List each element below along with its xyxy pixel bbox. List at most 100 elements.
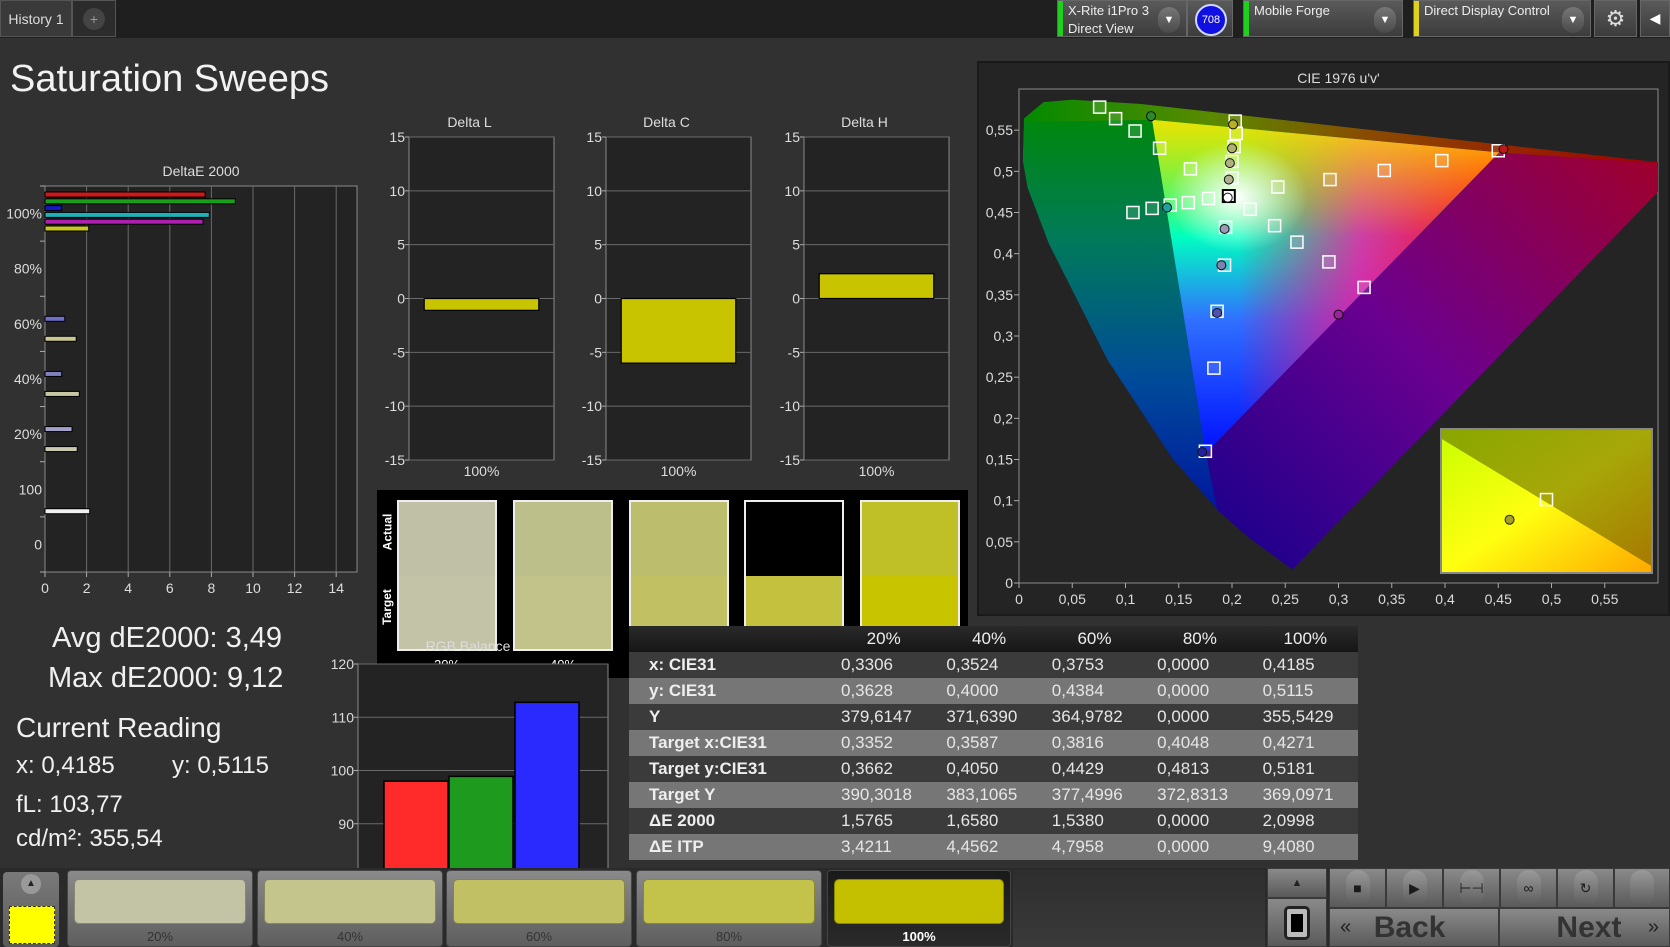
delta-bar — [818, 273, 935, 300]
meter-dropdown[interactable]: X-Rite i1Pro 3 Direct View ▼ — [1057, 0, 1187, 37]
double-chevron-left-icon: « — [1340, 916, 1352, 938]
display-control-dropdown[interactable]: Direct Display Control ▼ — [1413, 0, 1591, 37]
next-button[interactable]: Next » — [1499, 908, 1670, 947]
y-tick-label: -5 — [393, 344, 406, 360]
x-tick-label: 8 — [208, 580, 216, 596]
blue-balance-bar — [514, 701, 580, 878]
patch-label: 40% — [336, 929, 364, 944]
add-tab-button[interactable]: + — [72, 0, 116, 37]
delta-plot-area — [408, 136, 555, 461]
x-tick-label: 10 — [245, 580, 261, 596]
deltae-bar — [44, 426, 73, 433]
table-cell: 364,9782 — [1041, 704, 1148, 730]
x-tick-label: 14 — [328, 580, 344, 596]
y-tick-label: 100 — [331, 763, 355, 779]
empty-patch-area — [1013, 870, 1265, 947]
table-row: y: CIE31 0,3628 0,4000 0,4384 0,0000 0,5115 — [629, 678, 1358, 704]
table-cell: 0,3524 — [936, 652, 1042, 678]
tab-label: History 1 — [8, 10, 64, 27]
refresh-icon: ↻ — [1573, 870, 1598, 906]
actual-color — [862, 502, 958, 576]
delta-title: Delta H — [841, 114, 888, 130]
y-tick-label: -10 — [385, 398, 405, 414]
collapse-panel-button[interactable]: ◀ — [1640, 0, 1670, 37]
y-tick-label: 60% — [14, 316, 42, 332]
table-cell: 372,8313 — [1147, 782, 1253, 808]
patch-100%[interactable]: 100% — [827, 870, 1011, 947]
refresh-button[interactable]: ↻ — [1557, 868, 1614, 908]
y-tick-label: -15 — [780, 452, 800, 468]
table-cell: 0,3352 — [831, 730, 937, 756]
stop-measure-button[interactable] — [1267, 898, 1327, 947]
y-tick-label: 15 — [389, 129, 405, 145]
continuous-button[interactable]: ∞ — [1500, 868, 1557, 908]
measurement-table: 20% 40% 60% 80% 100% x: CIE31 0,3306 0,3524 0,3… — [629, 626, 1358, 860]
patch-60%[interactable]: 60% — [446, 870, 632, 947]
profile-status-indicator — [1244, 1, 1249, 36]
current-x: x: 0,4185 — [16, 752, 115, 779]
swatch-40% — [513, 500, 613, 651]
patch-color — [264, 879, 436, 924]
settings-button[interactable]: ⚙ — [1594, 0, 1637, 37]
row-label: ΔE 2000 — [629, 808, 831, 834]
y-tick-label: 10 — [784, 183, 800, 199]
y-tick-label: 5 — [397, 237, 405, 253]
chevron-down-icon: ▼ — [1374, 7, 1396, 33]
display-type-box[interactable]: 708 — [1187, 0, 1233, 37]
green-balance-bar — [448, 775, 514, 878]
patch-40%[interactable]: 40% — [257, 870, 443, 947]
play-button[interactable]: ▶ — [1386, 868, 1443, 908]
y-tick-label: 0 — [397, 291, 405, 307]
table-cell: 390,3018 — [831, 782, 937, 808]
profile-dropdown[interactable]: Mobile Forge ▼ — [1243, 0, 1403, 37]
stop-button[interactable]: ■ — [1329, 868, 1386, 908]
chevron-left-icon: ◀ — [1649, 10, 1661, 26]
current-reading-heading: Current Reading — [16, 712, 222, 743]
patch-label: 60% — [525, 929, 553, 944]
deltae-bar — [44, 225, 90, 232]
red-balance-bar — [383, 780, 449, 878]
table-cell: 0,3662 — [831, 756, 937, 782]
y-tick-label: 120 — [331, 656, 355, 672]
table-cell: 0,0000 — [1147, 678, 1253, 704]
bracket-h-icon: ⊢⊣ — [1459, 870, 1484, 906]
table-cell: 369,0971 — [1252, 782, 1358, 808]
current-fl: fL: 103,77 — [16, 791, 123, 818]
table-cell: 0,3628 — [831, 678, 937, 704]
hold-button[interactable]: ⊢⊣ — [1443, 868, 1500, 908]
table-cell: 9,4080 — [1252, 834, 1358, 860]
y-tick-label: -15 — [582, 452, 602, 468]
target-color — [515, 575, 611, 649]
deltae-bar — [44, 211, 210, 218]
gear-icon: ⚙ — [1605, 5, 1626, 31]
back-label: Back — [1373, 910, 1446, 944]
y-tick-label: 15 — [784, 129, 800, 145]
table-cell: 371,6390 — [936, 704, 1042, 730]
row-label: Target x:CIE31 — [629, 730, 831, 756]
top-bar: History 1 + X-Rite i1Pro 3 Direct View ▼… — [0, 0, 1670, 38]
current-color-box[interactable]: ▲ — [3, 872, 59, 947]
swatch-20% — [397, 500, 497, 651]
back-button[interactable]: « Back — [1329, 908, 1499, 947]
deltae-plot-area — [44, 185, 358, 573]
scroll-up-button[interactable]: ▲ — [1267, 868, 1327, 898]
y-tick-label: -5 — [788, 344, 801, 360]
patch-80%[interactable]: 80% — [636, 870, 822, 947]
tab-history-1[interactable]: History 1 — [0, 0, 72, 37]
table-row: Target Y 390,3018 383,1065 377,4996 372,8313… — [629, 782, 1358, 808]
patch-label: 100% — [902, 929, 936, 944]
target-color — [399, 575, 495, 649]
infinity-icon: ∞ — [1516, 870, 1541, 906]
row-label: Y — [629, 704, 831, 730]
extra-button[interactable] — [1614, 868, 1670, 908]
table-cell: 0,4813 — [1147, 756, 1253, 782]
patch-20%[interactable]: 20% — [67, 870, 253, 947]
table-cell: 0,4050 — [936, 756, 1042, 782]
y-tick-label: 10 — [389, 183, 405, 199]
y-tick-label: 100% — [6, 206, 42, 222]
y-tick-label: 90 — [338, 816, 354, 832]
column-header: 100% — [1252, 626, 1358, 652]
table-row: Target x:CIE31 0,3352 0,3587 0,3816 0,4048 0,… — [629, 730, 1358, 756]
patch-label: 80% — [715, 929, 743, 944]
x-tick-label: 100% — [464, 463, 500, 479]
